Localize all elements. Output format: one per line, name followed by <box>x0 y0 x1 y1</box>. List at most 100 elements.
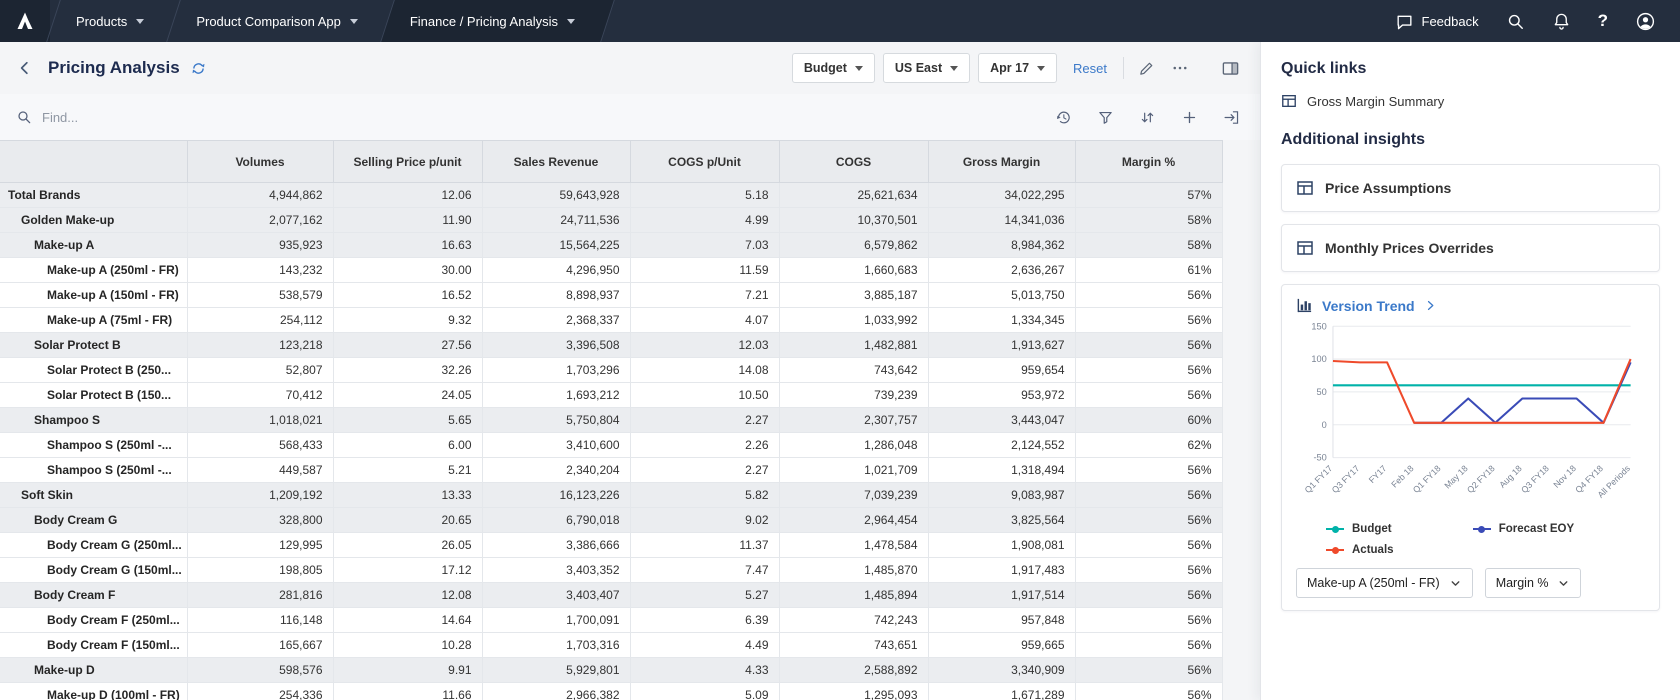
value-cell[interactable]: 11.66 <box>333 682 483 700</box>
value-cell[interactable]: 12.06 <box>333 182 483 208</box>
value-cell[interactable]: 449,587 <box>187 457 334 483</box>
value-cell[interactable]: 743,642 <box>779 357 929 383</box>
find-input[interactable] <box>42 109 272 125</box>
value-cell[interactable]: 52,807 <box>187 357 334 383</box>
sort-icon[interactable] <box>1139 109 1156 126</box>
value-cell[interactable]: 5.09 <box>630 682 780 700</box>
value-cell[interactable]: 1,478,584 <box>779 532 929 558</box>
value-cell[interactable]: 1,671,289 <box>928 682 1076 700</box>
row-label-cell[interactable]: Make-up A (75ml - FR) <box>0 307 188 333</box>
value-cell[interactable]: 1,018,021 <box>187 407 334 433</box>
value-cell[interactable]: 17.12 <box>333 557 483 583</box>
region-dropdown[interactable]: US East <box>882 53 971 83</box>
value-cell[interactable]: 953,972 <box>928 382 1076 408</box>
value-cell[interactable]: 1,700,091 <box>482 607 631 633</box>
value-cell[interactable]: 165,667 <box>187 632 334 658</box>
row-label-cell[interactable]: Make-up D (100ml - FR) <box>0 682 188 700</box>
value-cell[interactable]: 2,966,382 <box>482 682 631 700</box>
value-cell[interactable]: 4,944,862 <box>187 182 334 208</box>
value-cell[interactable]: 2,636,267 <box>928 257 1076 283</box>
row-label-cell[interactable]: Total Brands <box>0 182 188 208</box>
row-label-cell[interactable]: Body Cream F <box>0 582 188 608</box>
row-label-cell[interactable]: Soft Skin <box>0 482 188 508</box>
column-header[interactable]: Selling Price p/unit <box>333 140 483 183</box>
value-cell[interactable]: 1,660,683 <box>779 257 929 283</box>
value-cell[interactable]: 538,579 <box>187 282 334 308</box>
value-cell[interactable]: 14.08 <box>630 357 780 383</box>
value-cell[interactable]: 4.49 <box>630 632 780 658</box>
value-cell[interactable]: 3,340,909 <box>928 657 1076 683</box>
value-cell[interactable]: 3,403,352 <box>482 557 631 583</box>
value-cell[interactable]: 959,654 <box>928 357 1076 383</box>
nav-tab-product-comparison-app[interactable]: Product Comparison App <box>170 0 384 42</box>
value-cell[interactable]: 254,112 <box>187 307 334 333</box>
value-cell[interactable]: 56% <box>1075 357 1223 383</box>
value-cell[interactable]: 32.26 <box>333 357 483 383</box>
column-header[interactable]: Margin % <box>1075 140 1223 183</box>
reset-button[interactable]: Reset <box>1073 61 1107 76</box>
value-cell[interactable]: 3,396,508 <box>482 332 631 358</box>
value-cell[interactable]: 5,929,801 <box>482 657 631 683</box>
period-dropdown[interactable]: Apr 17 <box>978 53 1058 83</box>
value-cell[interactable]: 24.05 <box>333 382 483 408</box>
value-cell[interactable]: 6,790,018 <box>482 507 631 533</box>
value-cell[interactable]: 4.33 <box>630 657 780 683</box>
value-cell[interactable]: 57% <box>1075 182 1223 208</box>
value-cell[interactable]: 598,576 <box>187 657 334 683</box>
user-avatar-icon[interactable] <box>1635 11 1656 32</box>
value-cell[interactable]: 7.03 <box>630 232 780 258</box>
value-cell[interactable]: 116,148 <box>187 607 334 633</box>
search-icon[interactable] <box>1506 12 1525 31</box>
row-label-cell[interactable]: Shampoo S (250ml -... <box>0 457 188 483</box>
value-cell[interactable]: 56% <box>1075 582 1223 608</box>
value-cell[interactable]: 11.90 <box>333 207 483 233</box>
value-cell[interactable]: 7.47 <box>630 557 780 583</box>
nav-tab-products[interactable]: Products <box>50 0 170 42</box>
filter-icon[interactable] <box>1097 109 1114 126</box>
value-cell[interactable]: 58% <box>1075 207 1223 233</box>
row-label-cell[interactable]: Make-up D <box>0 657 188 683</box>
value-cell[interactable]: 1,917,514 <box>928 582 1076 608</box>
value-cell[interactable]: 6,579,862 <box>779 232 929 258</box>
value-cell[interactable]: 56% <box>1075 507 1223 533</box>
value-cell[interactable]: 30.00 <box>333 257 483 283</box>
value-cell[interactable]: 26.05 <box>333 532 483 558</box>
quick-link-gross-margin-summary[interactable]: Gross Margin Summary <box>1281 93 1660 109</box>
value-cell[interactable]: 7,039,239 <box>779 482 929 508</box>
row-header-column[interactable] <box>0 140 188 183</box>
value-cell[interactable]: 739,239 <box>779 382 929 408</box>
row-label-cell[interactable]: Shampoo S <box>0 407 188 433</box>
value-cell[interactable]: 1,703,296 <box>482 357 631 383</box>
value-cell[interactable]: 9.32 <box>333 307 483 333</box>
value-cell[interactable]: 62% <box>1075 432 1223 458</box>
row-label-cell[interactable]: Make-up A (150ml - FR) <box>0 282 188 308</box>
value-cell[interactable]: 568,433 <box>187 432 334 458</box>
value-cell[interactable]: 8,984,362 <box>928 232 1076 258</box>
value-cell[interactable]: 5,750,804 <box>482 407 631 433</box>
value-cell[interactable]: 8,898,937 <box>482 282 631 308</box>
value-cell[interactable]: 2,307,757 <box>779 407 929 433</box>
column-header[interactable]: Volumes <box>187 140 334 183</box>
value-cell[interactable]: 14.64 <box>333 607 483 633</box>
value-cell[interactable]: 56% <box>1075 657 1223 683</box>
value-cell[interactable]: 1,917,483 <box>928 557 1076 583</box>
value-cell[interactable]: 143,232 <box>187 257 334 283</box>
value-cell[interactable]: 1,021,709 <box>779 457 929 483</box>
value-cell[interactable]: 10,370,501 <box>779 207 929 233</box>
value-cell[interactable]: 16,123,226 <box>482 482 631 508</box>
value-cell[interactable]: 61% <box>1075 257 1223 283</box>
measure-selector[interactable]: Margin % <box>1484 568 1582 599</box>
add-icon[interactable] <box>1181 109 1198 126</box>
value-cell[interactable]: 2,964,454 <box>779 507 929 533</box>
value-cell[interactable]: 3,410,600 <box>482 432 631 458</box>
row-label-cell[interactable]: Golden Make-up <box>0 207 188 233</box>
value-cell[interactable]: 14,341,036 <box>928 207 1076 233</box>
value-cell[interactable]: 56% <box>1075 457 1223 483</box>
row-label-cell[interactable]: Solar Protect B <box>0 332 188 358</box>
row-label-cell[interactable]: Body Cream F (150ml... <box>0 632 188 658</box>
value-cell[interactable]: 129,995 <box>187 532 334 558</box>
value-cell[interactable]: 1,286,048 <box>779 432 929 458</box>
value-cell[interactable]: 743,651 <box>779 632 929 658</box>
value-cell[interactable]: 2.27 <box>630 407 780 433</box>
value-cell[interactable]: 742,243 <box>779 607 929 633</box>
